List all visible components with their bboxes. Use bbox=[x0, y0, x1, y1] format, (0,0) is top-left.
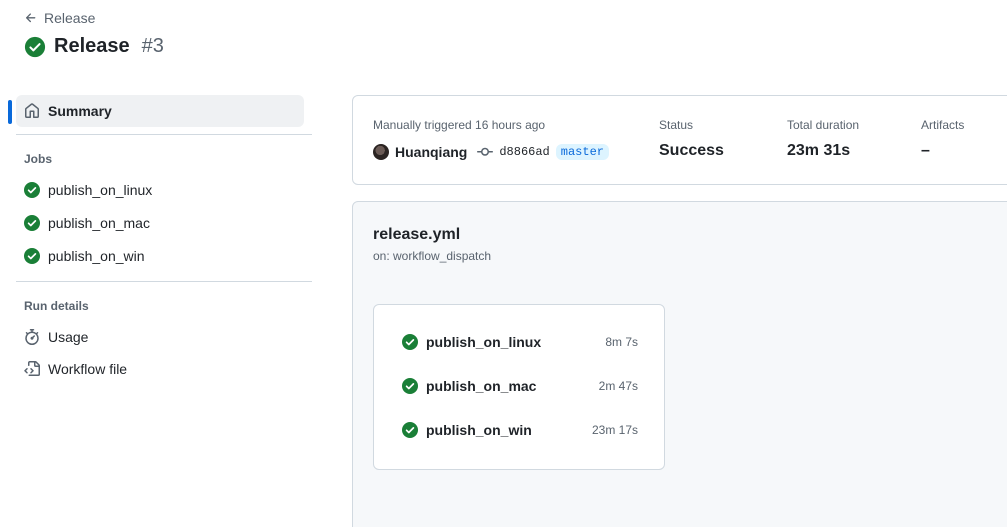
run-number: #3 bbox=[141, 35, 164, 57]
git-commit-icon bbox=[477, 147, 494, 156]
back-link[interactable]: Release bbox=[24, 10, 95, 26]
success-check-icon bbox=[24, 182, 40, 198]
sidebar-item-label: Workflow file bbox=[48, 361, 128, 377]
graph-job-duration: 2m 47s bbox=[598, 379, 638, 393]
back-link-label: Release bbox=[44, 10, 96, 26]
success-check-icon bbox=[402, 378, 418, 394]
home-icon bbox=[25, 103, 39, 118]
success-check-icon bbox=[402, 422, 418, 438]
sidebar-job-label: publish_on_mac bbox=[48, 215, 150, 231]
success-check-icon bbox=[402, 334, 418, 350]
active-indicator bbox=[8, 100, 12, 124]
sidebar-item-label: Summary bbox=[48, 103, 112, 119]
divider bbox=[16, 134, 312, 135]
sidebar-item-workflow-file[interactable]: Workflow file bbox=[24, 361, 127, 377]
sidebar-job-item[interactable]: publish_on_win bbox=[24, 248, 145, 264]
trigger-details: Huanqiang d8866ad master bbox=[373, 144, 609, 160]
artifacts-value: – bbox=[921, 142, 930, 159]
sidebar-item-summary[interactable]: Summary bbox=[16, 95, 304, 127]
graph-job-item[interactable]: publish_on_linux 8m 7s bbox=[402, 334, 638, 350]
status-value: Success bbox=[659, 142, 724, 159]
sidebar-job-label: publish_on_win bbox=[48, 248, 145, 264]
workflow-trigger: on: workflow_dispatch bbox=[373, 249, 492, 263]
graph-job-name: publish_on_linux bbox=[426, 334, 542, 350]
duration-label: Total duration bbox=[787, 118, 860, 132]
sidebar-job-label: publish_on_linux bbox=[48, 182, 153, 198]
jobs-group: publish_on_linux 8m 7s publish_on_mac 2m… bbox=[373, 304, 665, 470]
graph-job-duration: 23m 17s bbox=[591, 423, 638, 437]
graph-job-item[interactable]: publish_on_win 23m 17s bbox=[402, 422, 638, 438]
sidebar-job-item[interactable]: publish_on_linux bbox=[24, 182, 152, 198]
duration-value: 23m 31s bbox=[787, 142, 851, 159]
sidebar-job-item[interactable]: publish_on_mac bbox=[24, 215, 150, 231]
divider bbox=[16, 281, 312, 282]
graph-job-item[interactable]: publish_on_mac 2m 47s bbox=[402, 378, 638, 394]
trigger-text: Manually triggered 16 hours ago bbox=[373, 118, 546, 132]
success-check-icon bbox=[24, 215, 40, 231]
workflow-file-name: release.yml bbox=[373, 226, 461, 243]
graph-job-name: publish_on_mac bbox=[426, 378, 537, 394]
page-title: Release bbox=[54, 35, 130, 57]
run-summary-card: Manually triggered 16 hours ago Huanqian… bbox=[352, 95, 1007, 185]
file-code-icon bbox=[24, 361, 40, 376]
graph-job-duration: 8m 7s bbox=[605, 335, 638, 349]
actor-link[interactable]: Huanqiang bbox=[395, 144, 467, 160]
run-details-heading: Run details bbox=[24, 299, 89, 313]
jobs-heading: Jobs bbox=[24, 152, 53, 166]
workflow-graph: release.yml on: workflow_dispatch publis… bbox=[352, 201, 1007, 527]
success-check-icon bbox=[24, 248, 40, 264]
sidebar-item-label: Usage bbox=[48, 329, 89, 345]
arrow-left-icon bbox=[25, 13, 36, 23]
sidebar-item-usage[interactable]: Usage bbox=[24, 329, 88, 345]
stopwatch-icon bbox=[25, 329, 39, 345]
status-label: Status bbox=[659, 118, 694, 132]
commit-sha-link[interactable]: d8866ad bbox=[499, 145, 549, 159]
page-title-row: Release #3 bbox=[24, 35, 164, 58]
graph-job-name: publish_on_win bbox=[426, 422, 532, 438]
success-check-icon bbox=[24, 36, 46, 57]
branch-badge[interactable]: master bbox=[555, 144, 609, 160]
artifacts-label: Artifacts bbox=[921, 118, 965, 132]
avatar[interactable] bbox=[373, 144, 389, 160]
